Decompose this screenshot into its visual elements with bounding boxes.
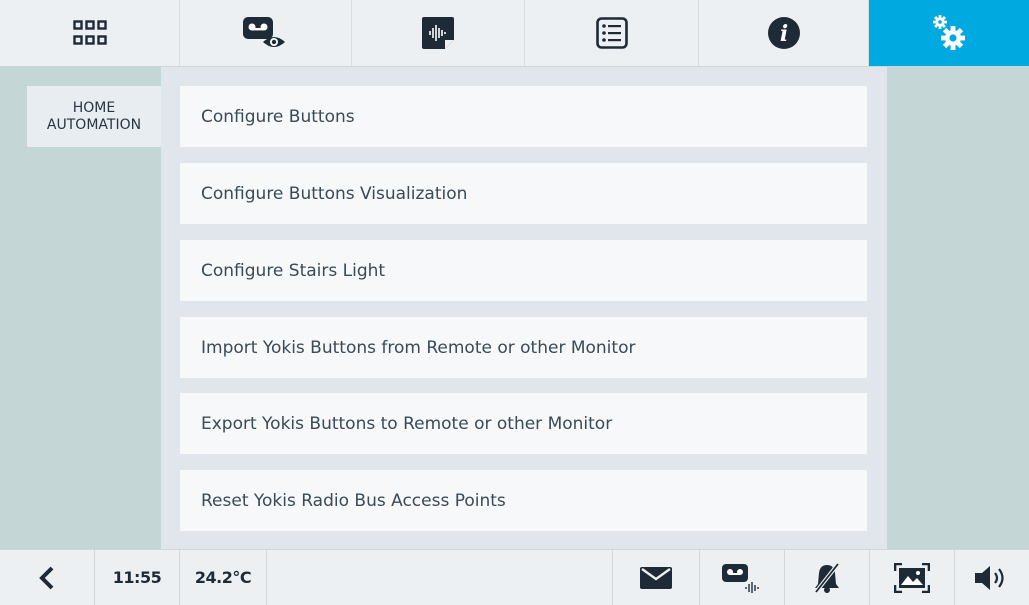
- chevron-left-icon: [39, 566, 54, 589]
- tab-list[interactable]: [525, 0, 699, 66]
- apps-grid-icon: [72, 20, 107, 45]
- bell-off-icon: [814, 562, 840, 593]
- tab-info[interactable]: i: [699, 0, 869, 66]
- top-navigation-bar: i: [0, 0, 1029, 67]
- menu-item-label: Configure Buttons Visualization: [201, 183, 468, 204]
- mute-bell-button[interactable]: [785, 550, 869, 605]
- sidebar-label-line1: HOME: [72, 99, 116, 116]
- clock: 11:55: [95, 550, 179, 605]
- tab-apps[interactable]: [0, 0, 180, 66]
- tab-settings[interactable]: [869, 0, 1029, 66]
- menu-item-configure-buttons-visualization[interactable]: Configure Buttons Visualization: [180, 163, 867, 224]
- voicemail-button[interactable]: [700, 550, 784, 605]
- divider: [266, 550, 267, 605]
- tab-video-messages[interactable]: [180, 0, 352, 66]
- menu-item-label: Configure Buttons: [201, 106, 355, 127]
- temperature-display: 24.2°C: [180, 550, 266, 605]
- picture-frame-button[interactable]: [870, 550, 954, 605]
- voicemail-icon: [722, 563, 759, 593]
- menu-item-label: Configure Stairs Light: [201, 260, 386, 281]
- menu-item-reset-yokis-radio-bus[interactable]: Reset Yokis Radio Bus Access Points: [180, 470, 867, 531]
- menu-item-label: Import Yokis Buttons from Remote or othe…: [201, 337, 636, 358]
- volume-button[interactable]: [955, 550, 1029, 605]
- sidebar-item-home-automation[interactable]: HOME AUTOMATION: [27, 86, 161, 147]
- settings-menu-panel: Configure Buttons Configure Buttons Visu…: [161, 67, 887, 549]
- sidebar-item-label: HOME AUTOMATION: [47, 100, 141, 134]
- info-icon: i: [767, 17, 800, 49]
- tab-audio-messages[interactable]: [352, 0, 525, 66]
- sidebar-label-line2: AUTOMATION: [46, 116, 142, 133]
- sidebar: HOME AUTOMATION: [8, 67, 161, 549]
- temperature-label: 24.2°C: [194, 568, 252, 587]
- list-icon: [595, 17, 628, 49]
- settings-gears-icon: [933, 15, 965, 50]
- status-bar: 11:55 24.2°C: [0, 549, 1029, 605]
- audio-message-icon: [422, 17, 454, 49]
- menu-item-configure-buttons[interactable]: Configure Buttons: [180, 86, 867, 147]
- speaker-icon: [975, 565, 1004, 590]
- video-message-eye-icon: [242, 17, 285, 47]
- menu-item-export-yokis-buttons[interactable]: Export Yokis Buttons to Remote or other …: [180, 393, 867, 454]
- envelope-icon: [640, 566, 672, 589]
- menu-item-label: Export Yokis Buttons to Remote or other …: [201, 413, 613, 434]
- menu-item-import-yokis-buttons[interactable]: Import Yokis Buttons from Remote or othe…: [180, 317, 867, 378]
- time-label: 11:55: [112, 568, 162, 587]
- right-margin-panel: [887, 67, 1021, 549]
- back-button[interactable]: [0, 550, 94, 605]
- picture-frame-icon: [894, 562, 930, 593]
- menu-item-configure-stairs-light[interactable]: Configure Stairs Light: [180, 240, 867, 301]
- messages-button[interactable]: [613, 550, 699, 605]
- menu-item-label: Reset Yokis Radio Bus Access Points: [201, 490, 506, 511]
- svg-text:i: i: [779, 21, 787, 47]
